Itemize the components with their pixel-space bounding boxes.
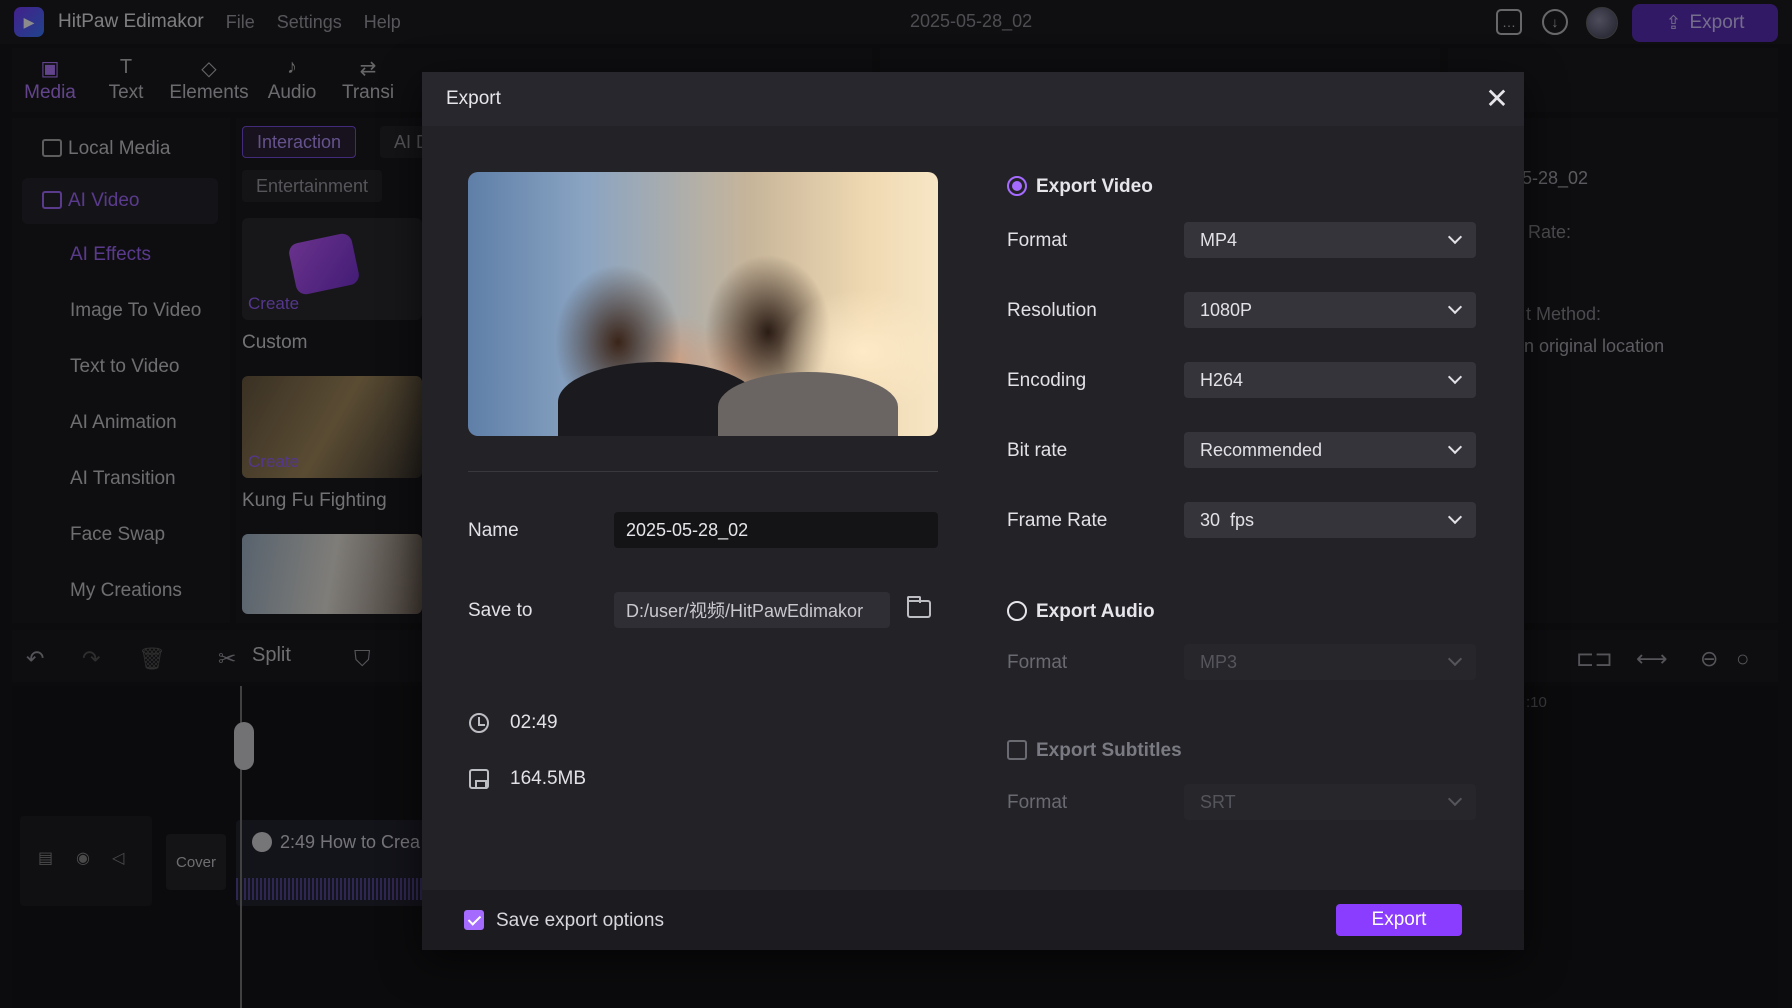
chevron-down-icon xyxy=(1447,791,1463,807)
export-audio-label: Export Audio xyxy=(1036,601,1155,622)
export-video-radio[interactable] xyxy=(1007,176,1027,196)
subtitle-format-value: SRT xyxy=(1200,791,1236,812)
folder-icon[interactable] xyxy=(907,596,931,618)
file-size-value: 164.5MB xyxy=(510,768,587,789)
export-dialog-title: Export xyxy=(446,88,501,109)
export-subtitles-label: Export Subtitles xyxy=(1036,740,1182,761)
export-subtitles-checkbox[interactable] xyxy=(1007,740,1027,760)
save-path-field[interactable]: D:/user/视频/HitPawEdimakor xyxy=(614,592,890,628)
clock-icon xyxy=(469,713,489,733)
chevron-down-icon xyxy=(1447,439,1463,455)
name-input[interactable]: 2025-05-28_02 xyxy=(614,512,938,548)
audio-format-value: MP3 xyxy=(1200,651,1238,672)
close-button[interactable]: ✕ xyxy=(1482,84,1512,114)
encoding-label: Encoding xyxy=(1007,370,1087,391)
export-video-label: Export Video xyxy=(1036,176,1153,197)
name-label: Name xyxy=(468,520,519,541)
export-dialog-header: Export ✕ xyxy=(422,72,1524,126)
subtitle-format-select[interactable]: SRT xyxy=(1184,784,1476,820)
chevron-down-icon xyxy=(1447,509,1463,525)
subtitle-format-label: Format xyxy=(1007,792,1068,813)
encoding-select[interactable]: H264 xyxy=(1184,362,1476,398)
export-dialog: Export ✕ Name 2025-05-28_02 Save to D:/u… xyxy=(422,72,1524,950)
preview-figure xyxy=(718,372,898,436)
export-audio-radio[interactable] xyxy=(1007,601,1027,621)
resolution-select[interactable]: 1080P xyxy=(1184,292,1476,328)
frame-rate-value: 30 fps xyxy=(1200,509,1255,530)
format-select[interactable]: MP4 xyxy=(1184,222,1476,258)
format-label: Format xyxy=(1007,230,1068,251)
export-button[interactable]: Export xyxy=(1336,904,1462,936)
format-value: MP4 xyxy=(1200,229,1238,250)
divider xyxy=(468,471,938,472)
bit-rate-select[interactable]: Recommended xyxy=(1184,432,1476,468)
save-export-options-label: Save export options xyxy=(496,910,664,931)
app-window: ▶ HitPaw Edimakor File Settings Help 202… xyxy=(0,0,1792,1008)
bit-rate-value: Recommended xyxy=(1200,439,1323,460)
audio-format-label: Format xyxy=(1007,652,1068,673)
file-size-icon xyxy=(469,769,489,789)
close-icon: ✕ xyxy=(1485,83,1509,114)
chevron-down-icon xyxy=(1447,229,1463,245)
resolution-label: Resolution xyxy=(1007,300,1097,321)
chevron-down-icon xyxy=(1447,651,1463,667)
frame-rate-label: Frame Rate xyxy=(1007,510,1108,531)
save-export-options-checkbox[interactable] xyxy=(464,910,484,930)
chevron-down-icon xyxy=(1447,299,1463,315)
save-to-label: Save to xyxy=(468,600,533,621)
chevron-down-icon xyxy=(1447,369,1463,385)
audio-format-select[interactable]: MP3 xyxy=(1184,644,1476,680)
video-preview-thumbnail xyxy=(468,172,938,436)
encoding-value: H264 xyxy=(1200,369,1244,390)
frame-rate-select[interactable]: 30 fps xyxy=(1184,502,1476,538)
resolution-value: 1080P xyxy=(1200,299,1253,320)
bit-rate-label: Bit rate xyxy=(1007,440,1068,461)
duration-value: 02:49 xyxy=(510,712,558,733)
